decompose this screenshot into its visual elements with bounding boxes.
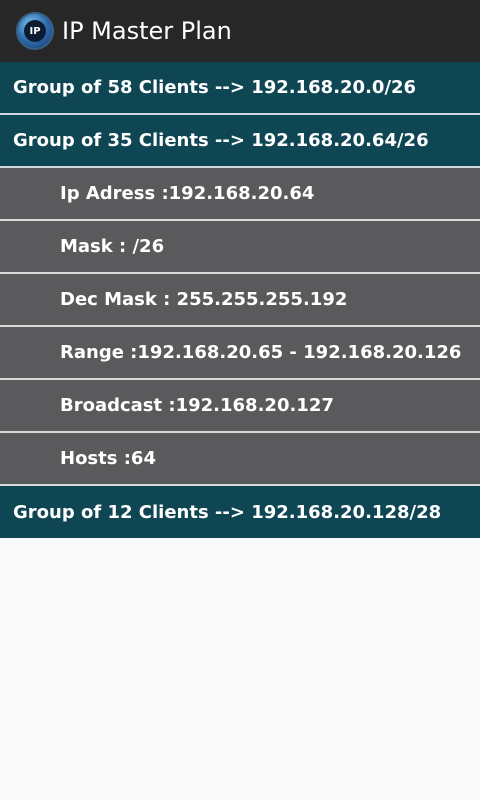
group-label: Group of 58 Clients --> 192.168.20.0/26	[13, 77, 417, 98]
action-bar: IP IP Master Plan	[0, 0, 480, 62]
app-logo-icon[interactable]: IP	[16, 12, 54, 50]
group-row-58-clients[interactable]: Group of 58 Clients --> 192.168.20.0/26	[0, 62, 480, 115]
detail-row-dec-mask[interactable]: Dec Mask : 255.255.255.192	[0, 274, 480, 327]
group-label: Group of 12 Clients --> 192.168.20.128/2…	[13, 501, 442, 523]
detail-text: Range :192.168.20.65 - 192.168.20.126	[60, 342, 462, 363]
detail-text: Hosts :64	[60, 448, 156, 469]
group-row-35-clients[interactable]: Group of 35 Clients --> 192.168.20.64/26	[0, 115, 480, 168]
detail-row-mask[interactable]: Mask : /26	[0, 221, 480, 274]
app-logo-text: IP	[24, 20, 46, 42]
detail-text: Ip Adress :192.168.20.64	[60, 183, 315, 204]
app-title: IP Master Plan	[62, 17, 232, 45]
group-row-12-clients[interactable]: Group of 12 Clients --> 192.168.20.128/2…	[0, 486, 480, 538]
detail-text: Dec Mask : 255.255.255.192	[60, 289, 348, 310]
detail-text: Mask : /26	[60, 236, 165, 257]
detail-row-hosts[interactable]: Hosts :64	[0, 433, 480, 486]
subnet-list: Group of 58 Clients --> 192.168.20.0/26 …	[0, 62, 480, 538]
group-label: Group of 35 Clients --> 192.168.20.64/26	[13, 130, 429, 151]
detail-row-ip-address[interactable]: Ip Adress :192.168.20.64	[0, 168, 480, 221]
detail-row-range[interactable]: Range :192.168.20.65 - 192.168.20.126	[0, 327, 480, 380]
detail-row-broadcast[interactable]: Broadcast :192.168.20.127	[0, 380, 480, 433]
detail-text: Broadcast :192.168.20.127	[60, 395, 334, 416]
